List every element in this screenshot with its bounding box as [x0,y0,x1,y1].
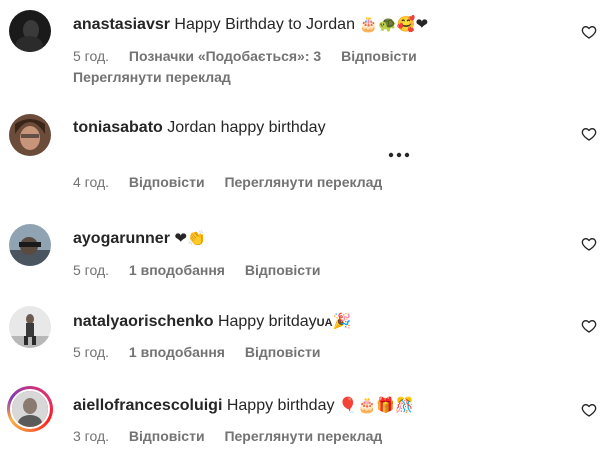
comment-text: Happy britday [217,313,317,330]
comment-text: Jordan happy birthday [167,119,326,136]
see-translation-link[interactable]: Переглянути переклад [73,68,231,86]
more-horizontal-icon[interactable] [388,151,410,159]
comment-username[interactable]: natalyaorischenko [73,313,214,330]
comment-emojis: ❤👏 [174,229,206,247]
reply-button[interactable]: Відповісти [129,174,205,190]
heart-outline-icon[interactable] [581,402,597,418]
likes-count-link[interactable]: 1 вподобання [129,262,225,278]
reply-button[interactable]: Відповісти [245,344,321,360]
avatar[interactable] [9,114,51,156]
reply-button[interactable]: Відповісти [341,48,417,64]
avatar-story-ring[interactable] [7,386,53,432]
comment-text: Happy birthday [226,397,335,414]
comment-emojis: 🎈🎂🎁🎊 [338,396,414,414]
flag-code: UA [316,317,333,329]
comment-username[interactable]: anastasiavsr [73,16,170,33]
heart-outline-icon[interactable] [581,236,597,252]
reply-button[interactable]: Відповісти [129,428,205,444]
comment-emojis: 🎂🐢🥰❤ [359,15,429,33]
heart-outline-icon[interactable] [581,24,597,40]
comment-username[interactable]: aiellofrancescoluigi [73,397,222,414]
likes-count-link[interactable]: 1 вподобання [129,344,225,360]
comment-username[interactable]: toniasabato [73,119,163,136]
see-translation-link[interactable]: Переглянути переклад [224,174,382,190]
heart-outline-icon[interactable] [581,126,597,142]
heart-outline-icon[interactable] [581,318,597,334]
comment-time[interactable]: 5 год. [73,48,109,64]
comment-time[interactable]: 5 год. [73,262,109,278]
comment-emojis: 🎉 [332,312,352,330]
avatar[interactable] [9,10,51,52]
avatar[interactable] [9,224,51,266]
likes-count-link[interactable]: Позначки «Подобається»: 3 [129,48,321,64]
avatar[interactable] [9,306,51,348]
see-translation-link[interactable]: Переглянути переклад [224,428,382,444]
comment-time[interactable]: 4 год. [73,174,109,190]
comment-time[interactable]: 5 год. [73,344,109,360]
comment-text: Happy Birthday to Jordan [174,16,355,33]
comment-username[interactable]: ayogarunner [73,230,170,247]
comment-time[interactable]: 3 год. [73,428,109,444]
reply-button[interactable]: Відповісти [245,262,321,278]
